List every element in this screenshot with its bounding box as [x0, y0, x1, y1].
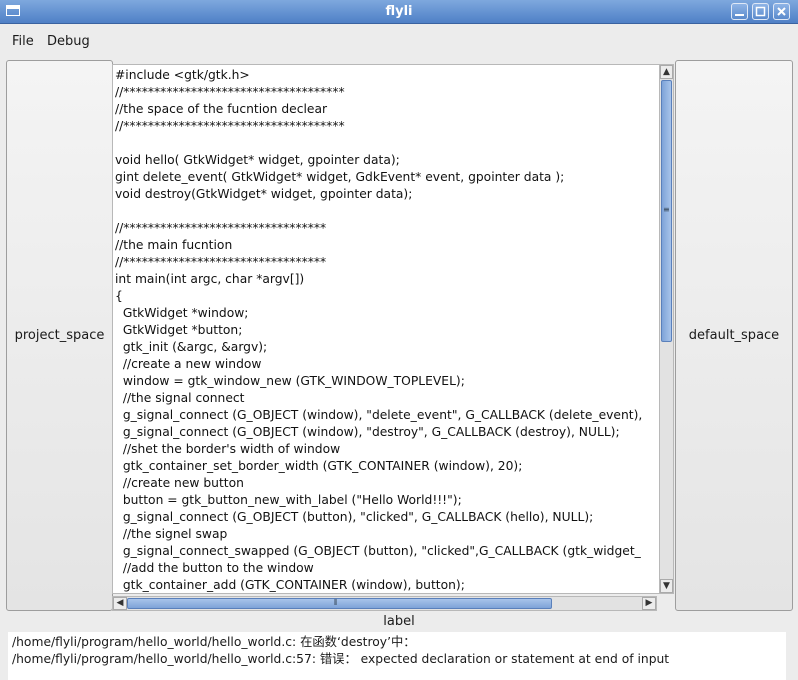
vertical-scrollbar[interactable]: ▲ ≡ ▼ — [659, 64, 674, 594]
output-line: /home/flyli/program/hello_world/hello_wo… — [12, 652, 670, 666]
code-line: g_signal_connect (G_OBJECT (button), "cl… — [115, 510, 594, 524]
grip-icon: ⦀ — [334, 598, 338, 607]
project-space-label: project_space — [14, 328, 105, 343]
default-space-button[interactable]: default_space — [675, 60, 793, 611]
scroll-right-arrow-icon[interactable]: ▶ — [642, 597, 656, 610]
maximize-icon — [755, 6, 766, 17]
code-line: gtk_container_set_border_width (GTK_CONT… — [115, 459, 523, 473]
menu-bar: File Debug — [0, 24, 798, 58]
horizontal-scrollbar[interactable]: ◀ ⦀ ▶ — [112, 596, 657, 611]
code-line: void destroy(GtkWidget* widget, gpointer… — [115, 187, 413, 201]
code-line: gint delete_event( GtkWidget* widget, Gd… — [115, 170, 565, 184]
code-line: window = gtk_window_new (GTK_WINDOW_TOPL… — [115, 374, 465, 388]
grip-icon: ≡ — [663, 205, 670, 214]
code-line: //the signal connect — [115, 391, 245, 405]
code-line: g_signal_connect (G_OBJECT (window), "de… — [115, 425, 620, 439]
code-line: //add the button to the window — [115, 561, 314, 575]
minimize-button[interactable] — [731, 3, 748, 20]
code-line: GtkWidget *button; — [115, 323, 243, 337]
menu-debug[interactable]: Debug — [47, 34, 90, 49]
status-label: label — [383, 614, 415, 629]
code-line: //create new button — [115, 476, 244, 490]
code-line: GtkWidget *window; — [115, 306, 249, 320]
code-line: //********************************* — [115, 221, 327, 235]
code-line: //the space of the fucntion declear — [115, 102, 328, 116]
code-line: //shet the border's width of window — [115, 442, 341, 456]
code-line: g_signal_connect_swapped (G_OBJECT (butt… — [115, 544, 641, 558]
code-line: //the main fucntion — [115, 238, 233, 252]
code-line: button = gtk_button_new_with_label ("Hel… — [115, 493, 462, 507]
code-line: #include <gtk/gtk.h> — [115, 68, 250, 82]
code-line: //************************************ — [115, 85, 345, 99]
title-bar[interactable]: flyli — [0, 0, 798, 24]
code-line: g_signal_connect (G_OBJECT (window), "de… — [115, 408, 643, 422]
scroll-down-arrow-icon[interactable]: ▼ — [660, 579, 673, 593]
code-line: //********************************* — [115, 255, 327, 269]
horizontal-scroll-thumb[interactable]: ⦀ — [127, 598, 552, 609]
code-line: gtk_container_add (GTK_CONTAINER (window… — [115, 578, 465, 592]
code-text[interactable]: #include <gtk/gtk.h> //******************… — [115, 67, 643, 593]
maximize-button[interactable] — [752, 3, 769, 20]
code-line: //create a new window — [115, 357, 262, 371]
default-space-label: default_space — [688, 328, 780, 343]
code-line: //the signel swap — [115, 527, 228, 541]
code-line: void hello( GtkWidget* widget, gpointer … — [115, 153, 400, 167]
code-line: int main(int argc, char *argv[]) — [115, 272, 305, 286]
project-space-button[interactable]: project_space — [6, 60, 113, 611]
menu-file[interactable]: File — [12, 34, 34, 49]
close-button[interactable] — [773, 3, 790, 20]
scroll-left-arrow-icon[interactable]: ◀ — [113, 597, 127, 610]
code-line: gtk_init (&argc, &argv); — [115, 340, 268, 354]
minimize-icon — [735, 14, 744, 16]
code-line: { — [115, 289, 123, 303]
output-line: /home/flyli/program/hello_world/hello_wo… — [12, 635, 416, 649]
close-icon — [777, 7, 786, 16]
scroll-up-arrow-icon[interactable]: ▲ — [660, 65, 673, 79]
window-title: flyli — [385, 4, 413, 19]
compiler-output[interactable]: /home/flyli/program/hello_world/hello_wo… — [8, 632, 786, 680]
code-line: //************************************ — [115, 119, 345, 133]
vertical-scroll-thumb[interactable]: ≡ — [661, 80, 672, 342]
code-editor[interactable]: #include <gtk/gtk.h> //******************… — [112, 64, 659, 594]
